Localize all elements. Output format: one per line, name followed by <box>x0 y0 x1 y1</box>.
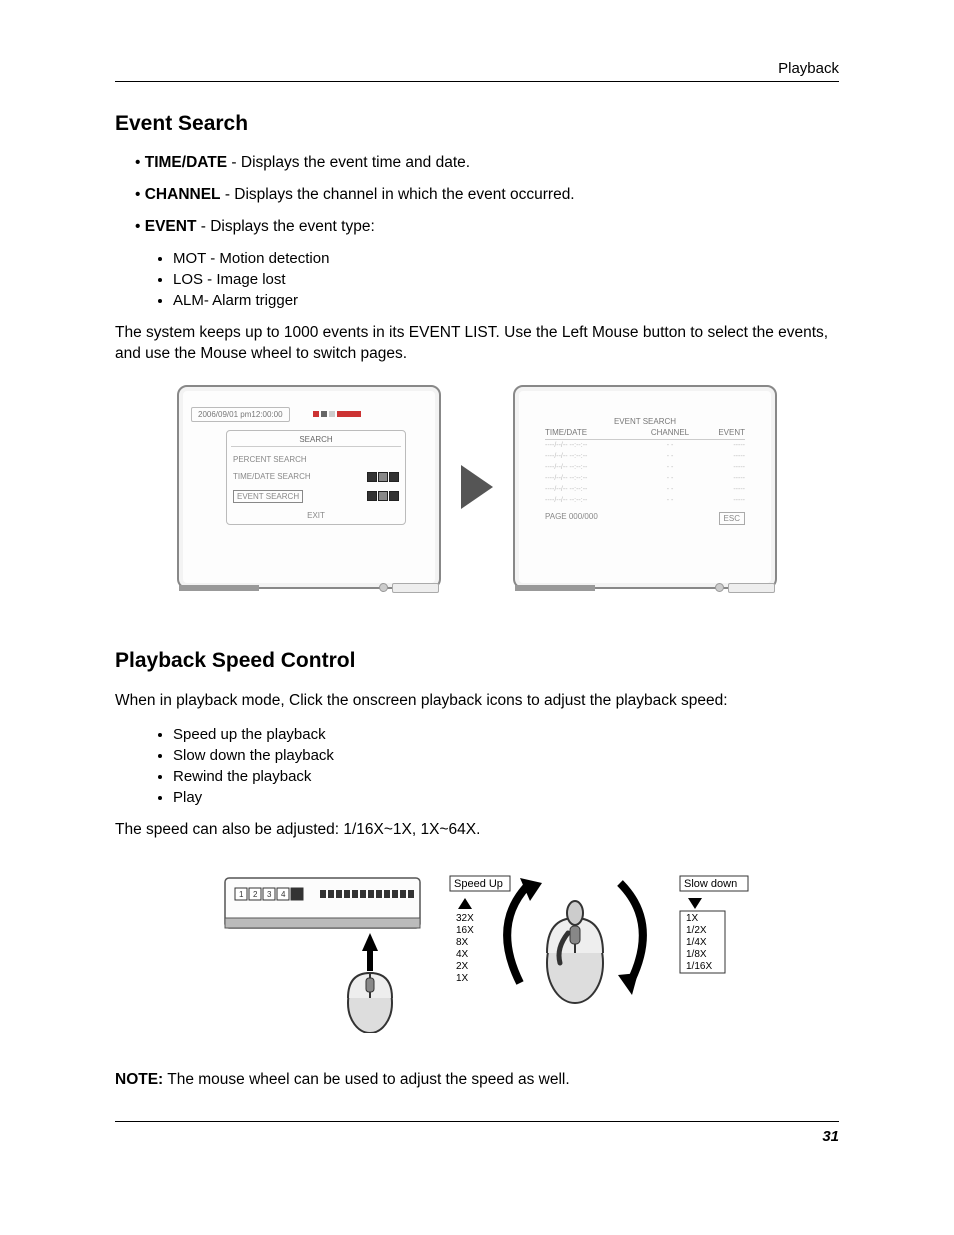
arrow-up-icon <box>458 898 472 909</box>
event-search-bullets: • TIME/DATE - Displays the event time an… <box>135 154 839 236</box>
svg-text:1/4X: 1/4X <box>686 937 707 948</box>
svg-text:3: 3 <box>267 890 272 899</box>
svg-text:2X: 2X <box>456 961 469 972</box>
heading-event-search: Event Search <box>115 112 839 136</box>
event-search-panel: EVENT SEARCH TIME/DATE CHANNEL EVENT ---… <box>513 385 777 589</box>
event-search-paragraph: The system keeps up to 1000 events in it… <box>115 323 839 365</box>
event-types-list: MOT - Motion detection LOS - Image lost … <box>173 250 839 309</box>
menu-event-search: EVENT SEARCH <box>231 486 401 507</box>
svg-text:1/16X: 1/16X <box>686 961 712 972</box>
svg-text:1X: 1X <box>456 973 469 984</box>
heading-playback-speed: Playback Speed Control <box>115 649 839 673</box>
svg-text:4: 4 <box>281 890 286 899</box>
bullet-event: • EVENT - Displays the event type: <box>135 218 839 236</box>
event-row: ----/--/-- --:--:--- ------ <box>545 462 745 473</box>
speed-up-label: Speed Up <box>454 878 503 890</box>
menu-percent-search: PERCENT SEARCH <box>231 451 401 468</box>
svg-text:1/2X: 1/2X <box>686 925 707 936</box>
slow-down-label: Slow down <box>684 878 737 890</box>
bullet-channel: • CHANNEL - Displays the channel in whic… <box>135 186 839 204</box>
figure-search-flow: 2006/09/01 pm12:00:00 SEARCH PERCENT SEA… <box>115 385 839 589</box>
svg-text:1: 1 <box>239 890 244 899</box>
event-row: ----/--/-- --:--:--- ------ <box>545 473 745 484</box>
event-row: ----/--/-- --:--:--- ------ <box>545 484 745 495</box>
note-paragraph: NOTE: The mouse wheel can be used to adj… <box>115 1070 839 1091</box>
page-number: 31 <box>115 1121 839 1145</box>
page-header-section: Playback <box>115 60 839 82</box>
action-play: Play <box>173 789 839 806</box>
arrow-right-icon <box>461 465 493 509</box>
event-row: ----/--/-- --:--:--- ------ <box>545 495 745 506</box>
menu-timedate-search: TIME/DATE SEARCH <box>231 468 401 486</box>
menu-exit: EXIT <box>231 511 401 520</box>
recording-icons <box>312 409 362 419</box>
search-menu-title: SEARCH <box>231 435 401 447</box>
event-row: ----/--/-- --:--:--- ------ <box>545 440 745 451</box>
svg-text:1/8X: 1/8X <box>686 949 707 960</box>
svg-text:8X: 8X <box>456 937 469 948</box>
playback-intro: When in playback mode, Click the onscree… <box>115 691 839 712</box>
event-search-headers: TIME/DATE CHANNEL EVENT <box>545 426 745 440</box>
arrow-down-icon <box>688 898 702 909</box>
svg-text:2: 2 <box>253 890 258 899</box>
action-speed-up: Speed up the playback <box>173 726 839 743</box>
svg-text:32X: 32X <box>456 913 474 924</box>
event-type-mot: MOT - Motion detection <box>173 250 839 267</box>
event-search-title: EVENT SEARCH <box>545 417 745 426</box>
svg-text:16X: 16X <box>456 925 474 936</box>
datetime-label: 2006/09/01 pm12:00:00 <box>191 407 290 422</box>
search-menu-box: SEARCH PERCENT SEARCH TIME/DATE SEARCH E… <box>226 430 406 525</box>
bullet-time-date: • TIME/DATE - Displays the event time an… <box>135 154 839 172</box>
event-type-los: LOS - Image lost <box>173 271 839 288</box>
playback-range: The speed can also be adjusted: 1/16X~1X… <box>115 820 839 841</box>
search-menu-panel: 2006/09/01 pm12:00:00 SEARCH PERCENT SEA… <box>177 385 441 589</box>
action-rewind: Rewind the playback <box>173 768 839 785</box>
event-row: ----/--/-- --:--:--- ------ <box>545 451 745 462</box>
figure-speed-mouse: 1 2 3 4 Speed Up 32X 16X 8X <box>220 873 790 1033</box>
svg-text:4X: 4X <box>456 949 469 960</box>
event-type-alm: ALM- Alarm trigger <box>173 292 839 309</box>
playback-actions-list: Speed up the playback Slow down the play… <box>173 726 839 806</box>
svg-text:1X: 1X <box>686 913 699 924</box>
document-page: Playback Event Search • TIME/DATE - Disp… <box>0 0 954 1185</box>
action-slow-down: Slow down the playback <box>173 747 839 764</box>
event-search-footer: PAGE 000/000 ESC <box>545 512 745 525</box>
